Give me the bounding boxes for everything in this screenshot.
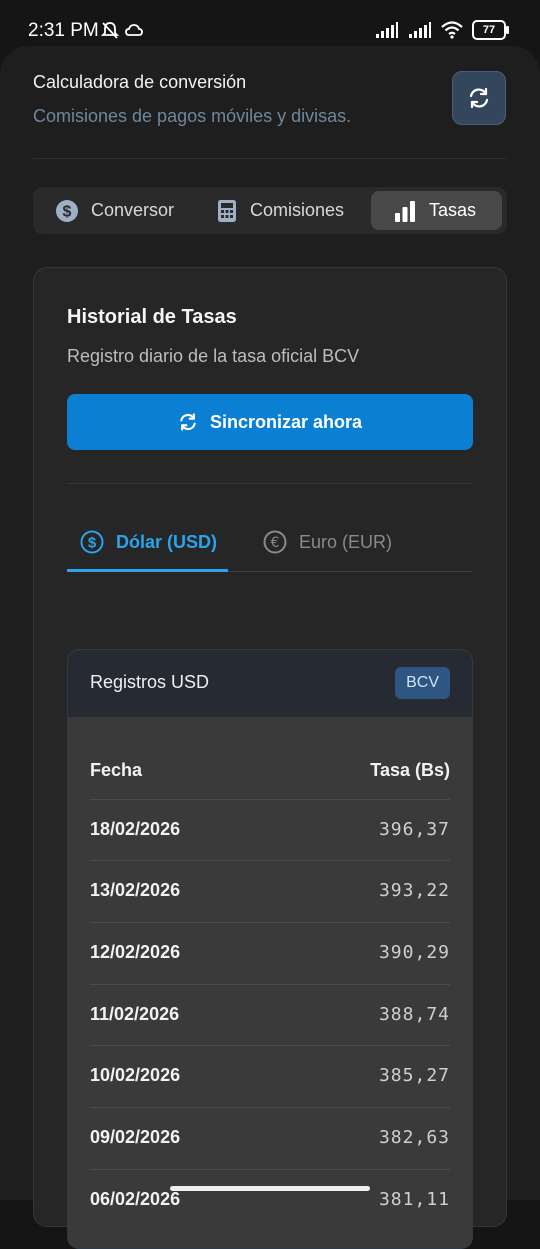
table-header-bar: Registros USD BCV — [68, 650, 472, 717]
dollar-circle-icon: $ — [80, 530, 104, 554]
row-rate: 396,37 — [378, 819, 450, 840]
table-row: 10/02/2026 385,27 — [90, 1045, 450, 1107]
tab-usd[interactable]: $ Dólar (USD) — [80, 530, 217, 554]
bell-off-icon — [100, 22, 120, 39]
row-date: 12/02/2026 — [90, 942, 181, 962]
tab-tasas[interactable]: Tasas — [371, 191, 502, 230]
bar-chart-icon — [393, 199, 417, 223]
active-tab-indicator — [67, 569, 228, 572]
main-tabs: $ Conversor Comisiones Tasas — [33, 187, 507, 234]
tab-eur[interactable]: € Euro (EUR) — [263, 530, 392, 554]
tab-eur-label: Euro (EUR) — [299, 531, 393, 552]
card-divider — [67, 483, 473, 484]
source-badge: BCV — [395, 667, 450, 699]
sync-button-label: Sincronizar ahora — [209, 411, 363, 432]
refresh-icon — [469, 87, 489, 109]
status-left-icons — [100, 20, 144, 40]
status-right-icons: 77 — [375, 20, 509, 40]
row-rate: 393,22 — [378, 880, 450, 901]
tab-label: Conversor — [91, 200, 175, 220]
wifi-icon — [441, 21, 463, 39]
tab-comisiones[interactable]: Comisiones — [216, 191, 344, 230]
refresh-button[interactable] — [452, 71, 506, 125]
column-header-rate: Tasa (Bs) — [370, 760, 450, 780]
tab-conversor[interactable]: $ Conversor — [55, 191, 174, 230]
row-date: 09/02/2026 — [90, 1127, 181, 1147]
row-date: 13/02/2026 — [90, 880, 181, 900]
table-row: 12/02/2026 390,29 — [90, 922, 450, 984]
sync-button[interactable]: Sincronizar ahora — [67, 394, 473, 450]
tab-usd-label: Dólar (USD) — [116, 531, 218, 552]
battery-indicator: 77 — [472, 20, 509, 40]
svg-text:€: € — [271, 535, 280, 551]
table-row: 11/02/2026 388,74 — [90, 984, 450, 1046]
card-title: Historial de Tasas — [67, 306, 237, 328]
row-date: 11/02/2026 — [90, 1004, 180, 1024]
records-table-card: Registros USD BCV Fecha Tasa (Bs) 18/02/… — [67, 649, 473, 1249]
table-title: Registros USD — [90, 672, 210, 692]
row-date: 10/02/2026 — [90, 1065, 181, 1085]
tab-label: Comisiones — [250, 200, 345, 220]
row-rate: 382,63 — [378, 1127, 450, 1148]
svg-text:$: $ — [63, 203, 72, 220]
dollar-circle-icon: $ — [55, 199, 79, 223]
euro-circle-icon: € — [263, 530, 287, 554]
card-subtitle: Registro diario de la tasa oficial BCV — [67, 346, 360, 366]
row-rate: 390,29 — [378, 942, 450, 963]
table-row: 18/02/2026 396,37 — [90, 799, 450, 861]
table-row: 13/02/2026 393,22 — [90, 860, 450, 922]
tab-label: Tasas — [429, 200, 477, 220]
row-rate: 388,74 — [378, 1004, 450, 1025]
refresh-icon — [178, 412, 198, 432]
row-rate: 385,27 — [378, 1065, 450, 1086]
app-title: Calculadora de conversión — [33, 72, 247, 92]
app-subtitle: Comisiones de pagos móviles y divisas. — [33, 106, 352, 126]
svg-text:$: $ — [88, 535, 97, 552]
calculator-icon — [216, 199, 238, 223]
table-row: 06/02/2026 381,11 — [90, 1169, 450, 1231]
home-indicator[interactable] — [170, 1186, 370, 1191]
row-date: 18/02/2026 — [90, 819, 181, 839]
status-bar: 2:31 PM 77 — [0, 0, 540, 44]
cloud-icon — [125, 24, 143, 36]
header-divider — [33, 158, 507, 159]
status-time: 2:31 PM — [28, 20, 99, 41]
signal-icon — [376, 22, 398, 38]
table-row: 09/02/2026 382,63 — [90, 1107, 450, 1169]
column-header-date: Fecha — [90, 760, 143, 780]
signal-icon — [409, 22, 431, 38]
